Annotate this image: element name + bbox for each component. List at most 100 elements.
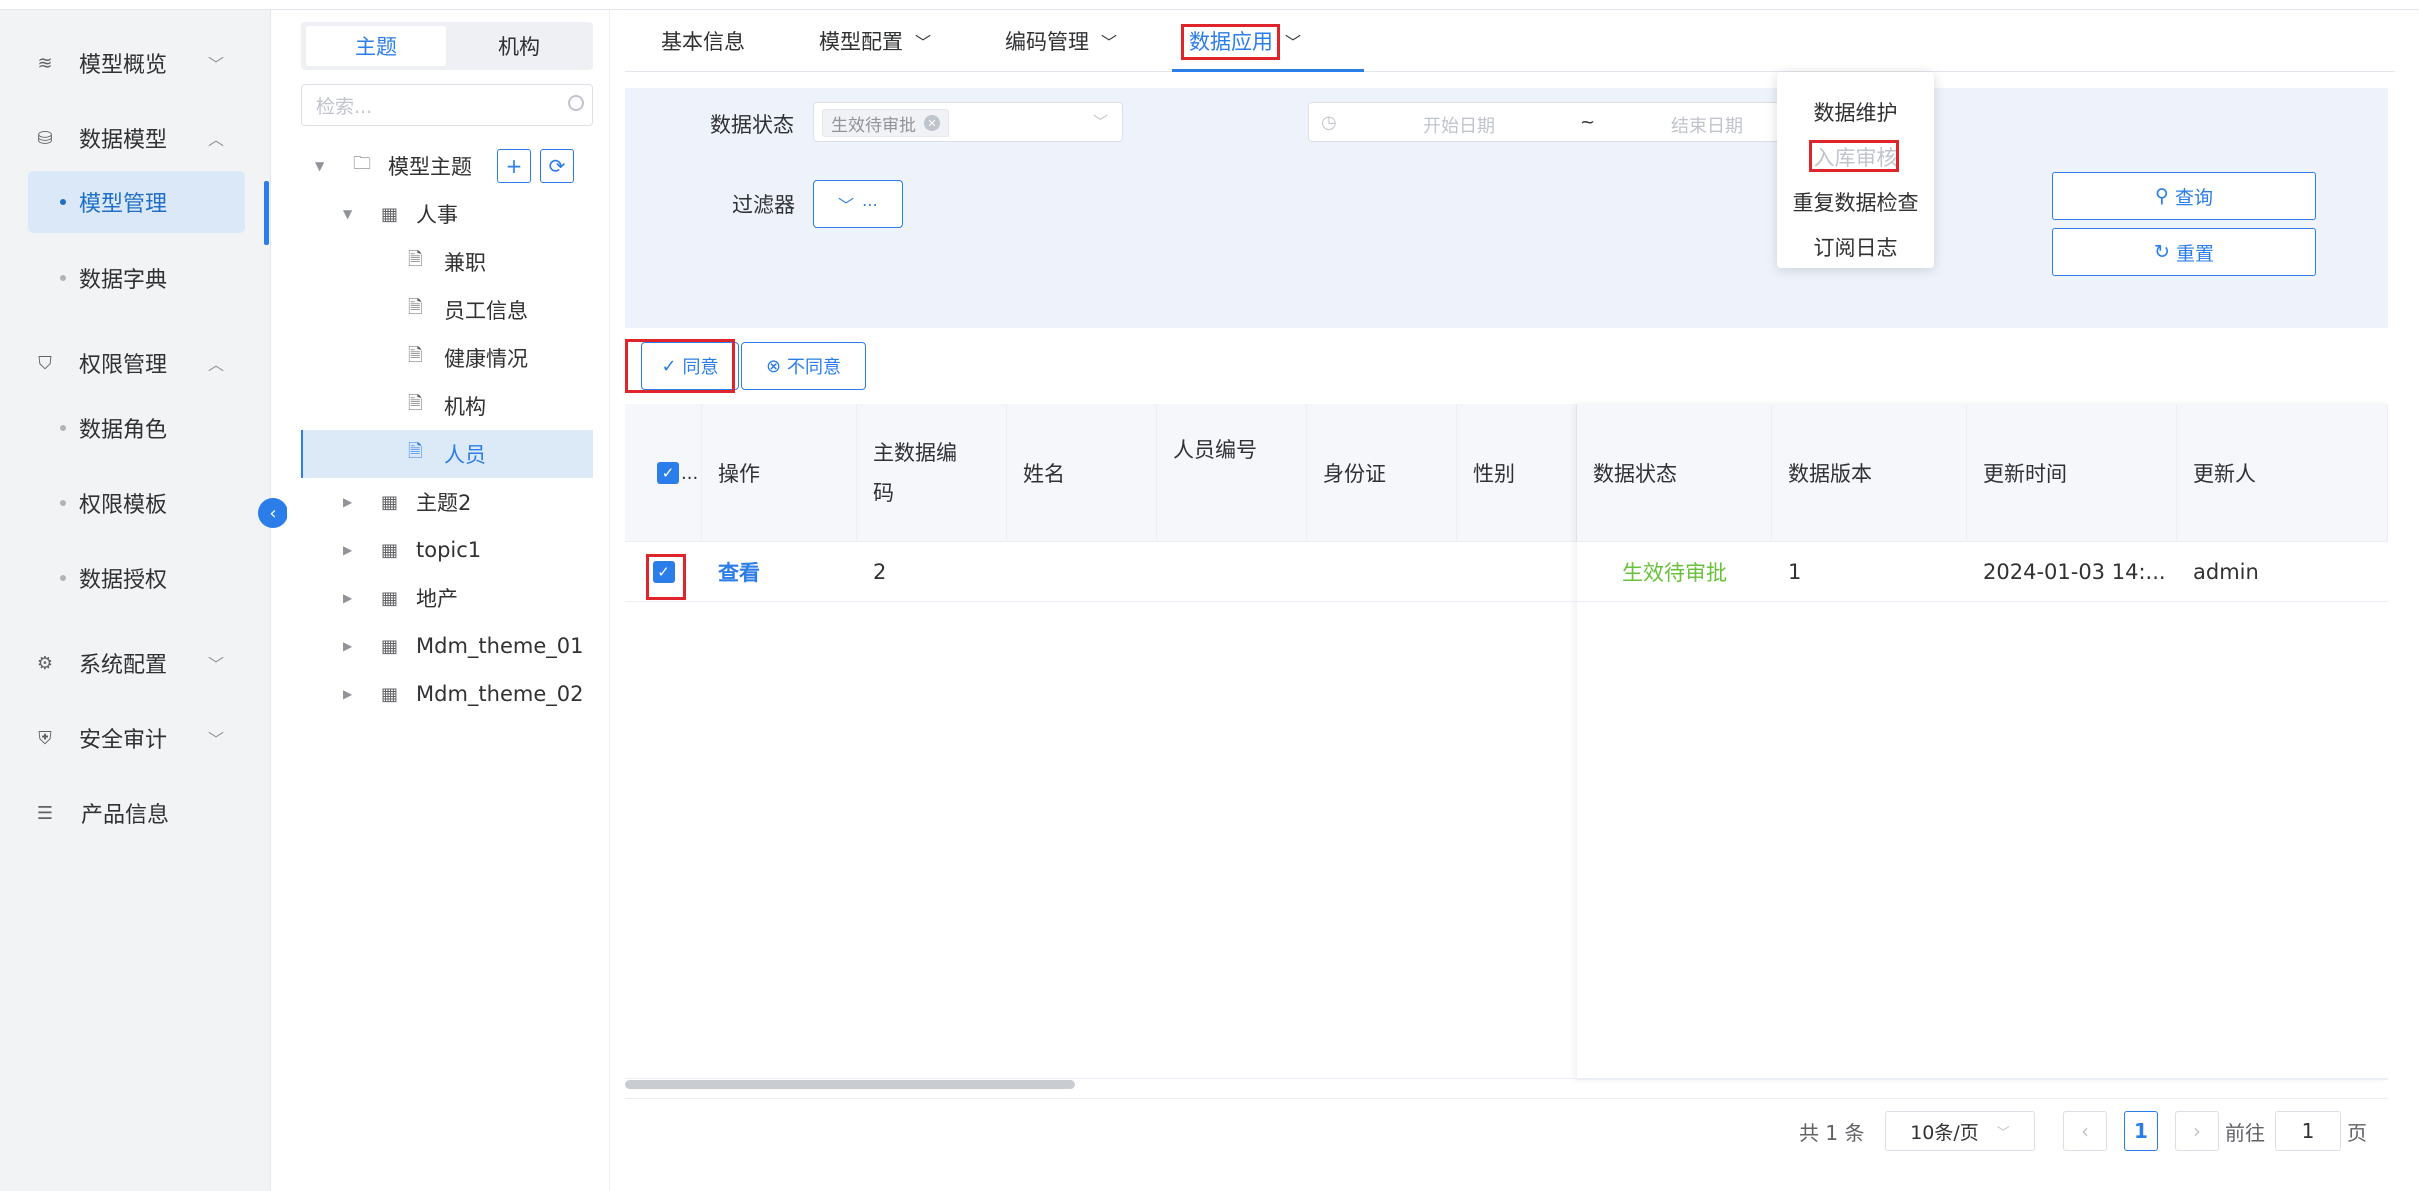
layers-icon: ≋ [37,52,53,74]
document-icon: 🗎 [408,345,423,366]
grid-icon: ▦ [381,539,399,561]
chevron-right-icon: › [2193,1119,2201,1143]
clock-icon: ◷ [1321,112,1337,133]
document-icon: 🗎 [408,441,423,462]
caret-right-icon: ▶ [343,495,353,509]
tree-node-leaf[interactable]: 🗎 兼职 [287,240,610,284]
sidebar-item-product-info[interactable]: ☰ 产品信息 [0,782,271,844]
top-border [0,0,2419,10]
query-button[interactable]: ⚲ 查询 [2052,172,2316,220]
sidebar-item-security-audit[interactable]: ⛨ 安全审计 ﹀ [0,707,271,769]
pagination: 共 1 条 10条/页 ﹀ ‹ 1 › 前往 1 页 [625,1098,2388,1160]
tab-model-config[interactable]: 模型配置 ﹀ [819,24,931,58]
sidebar-item-data-role[interactable]: 数据角色 [28,397,245,459]
document-list-icon: ☰ [36,802,54,824]
tree-node-theme[interactable]: ▶ ▦ Mdm_theme_01 [287,624,610,668]
status-select[interactable]: 生效待审批 ✕ ﹀ [813,102,1123,142]
tree-node-theme[interactable]: ▶ ▦ 地产 [287,576,610,620]
tree-node-theme[interactable]: ▶ ▦ 主题2 [287,480,610,524]
close-icon[interactable]: ✕ [924,115,940,131]
reset-button[interactable]: ↻ 重置 [2052,228,2316,276]
menu-item-subscription-log[interactable]: 订阅日志 [1777,227,1934,267]
document-icon: 🗎 [408,249,423,270]
prev-page-button[interactable]: ‹ [2063,1111,2107,1151]
chevron-up-icon: ︿ [208,130,225,149]
tree-node-leaf[interactable]: 🗎 机构 [287,384,610,428]
tab-theme[interactable]: 主题 [306,26,446,66]
grid-icon: ▦ [381,683,399,705]
chevron-down-icon: ﹀ [1285,33,1302,52]
refresh-icon: ↻ [2154,241,2170,263]
caret-right-icon: ▶ [343,687,353,701]
active-indicator [264,181,269,245]
data-application-menu: 数据维护 入库审核 重复数据检查 订阅日志 [1777,72,1934,268]
menu-item-duplicate-check[interactable]: 重复数据检查 [1777,182,1934,222]
highlight-box [625,339,735,393]
sidebar-item-model-overview[interactable]: ≋ 模型概览 ﹀ [0,32,271,94]
total-count: 共 1 条 [1799,1121,1865,1145]
filter-button[interactable]: ﹀ ⋯ [813,180,903,228]
column-header: 性别 [1457,404,1577,542]
tree-node-leaf[interactable]: 🗎 员工信息 [287,288,610,332]
chip-icon: ⚙ [36,652,54,674]
sidebar: ≋ 模型概览 ﹀ ⛁ 数据模型 ︿ 模型管理 数据字典 ⛉ 权限管理 ︿ 数据角… [0,10,271,1191]
chevron-left-icon: ‹ [269,502,277,524]
tree-node-leaf[interactable]: 🗎 健康情况 [287,336,610,380]
bullet-dot [60,425,66,431]
data-table: ✓ ... 操作 主数据编码 姓名 人员编号 身份证 性别 数据状态 数据版本 … [625,404,2388,1080]
tree-tab-switch: 主题 机构 [301,22,593,70]
select-all-checkbox[interactable]: ✓ [657,462,679,484]
grid-icon: ▦ [381,635,399,657]
highlight-box [646,554,686,600]
tree-node-selected[interactable]: 🗎 人员 [301,430,593,478]
caret-right-icon: ▶ [343,543,353,557]
menu-item-data-maintenance[interactable]: 数据维护 [1777,92,1934,132]
tree-node-theme[interactable]: ▶ ▦ Mdm_theme_02 [287,672,610,716]
page-size-select[interactable]: 10条/页 ﹀ [1885,1111,2035,1151]
tab-code-management[interactable]: 编码管理 ﹀ [1005,24,1117,58]
goto-page-input[interactable]: 1 [2275,1111,2341,1151]
grid-icon: ▦ [381,587,399,609]
sidebar-item-permission-template[interactable]: 权限模板 [28,472,245,534]
audit-shield-icon: ⛨ [38,727,52,749]
tab-basic-info[interactable]: 基本信息 [661,24,745,58]
sidebar-item-permission-management[interactable]: ⛉ 权限管理 ︿ [0,332,271,394]
refresh-tree-button[interactable]: ⟳ [540,149,574,183]
tree-node-theme[interactable]: ▶ ▦ topic1 [287,528,610,572]
column-header: 主数据编码 [857,404,1007,542]
chevron-down-icon: ﹀ [208,730,225,749]
horizontal-scrollbar[interactable] [625,1080,1075,1089]
sidebar-item-model-management[interactable]: 模型管理 [28,171,245,233]
cell-updater: admin [2177,542,2388,602]
main-content: 基本信息 模型配置 ﹀ 编码管理 ﹀ 数据应用 ﹀ 数据状态 生效待审批 ✕ ﹀ ◷ … [625,10,2395,1180]
sidebar-item-data-dictionary[interactable]: 数据字典 [28,247,245,309]
grid-icon: ▦ [381,203,399,225]
chevron-down-icon: ﹀ [208,655,225,674]
sidebar-item-system-config[interactable]: ⚙ 系统配置 ﹀ [0,632,271,694]
highlight-box [1809,140,1899,172]
cell-version: 1 [1772,542,1967,602]
tab-organization[interactable]: 机构 [449,26,589,66]
page-number-button[interactable]: 1 [2124,1111,2158,1151]
view-link[interactable]: 查看 [702,542,857,602]
filter-panel: 数据状态 生效待审批 ✕ ﹀ ◷ 开始日期 ~ 结束日期 过滤器 ﹀ ⋯ ⚲ 查… [625,88,2388,328]
select-all-header: ✓ ... [625,404,702,542]
reject-button[interactable]: ⊗ 不同意 [741,342,866,390]
start-date-input[interactable]: 开始日期 [1423,112,1495,138]
sidebar-collapse-button[interactable]: ‹ [258,498,288,528]
add-node-button[interactable]: + [497,149,531,183]
refresh-icon: ⟳ [548,154,566,178]
tree-search-input[interactable]: 检索... [301,84,593,126]
column-header: 操作 [702,404,857,542]
bullet-dot [60,500,66,506]
tab-active-underline [1172,69,1364,72]
chevron-down-icon: ﹀ [1996,1125,2010,1141]
tree-panel: 主题 机构 检索... ▼ 🗀 模型主题 + ⟳ ▼ ▦ 人事 🗎 兼职 🗎 员… [287,10,610,1191]
sidebar-item-data-authorization[interactable]: 数据授权 [28,547,245,609]
cell-code: 2 [857,542,1007,602]
end-date-input[interactable]: 结束日期 [1671,112,1743,138]
chevron-up-icon: ︿ [208,355,225,374]
next-page-button[interactable]: › [2175,1111,2219,1151]
tree-node-theme[interactable]: ▼ ▦ 人事 [287,192,610,236]
sidebar-item-data-model[interactable]: ⛁ 数据模型 ︿ [0,107,271,169]
